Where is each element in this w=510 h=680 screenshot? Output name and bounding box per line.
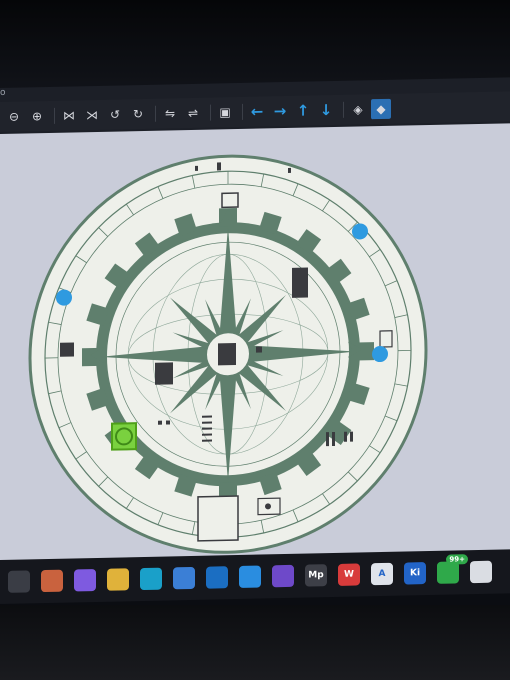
layer-button[interactable]: ▣ xyxy=(215,102,235,122)
zoom-fit-icon: ⊖ xyxy=(8,109,20,124)
menu-hint: o xyxy=(0,87,6,98)
flip-h-icon: ⇋ xyxy=(164,106,176,121)
mirror-y-button[interactable]: ⋊ xyxy=(82,105,102,125)
arrow-left-button[interactable]: ← xyxy=(247,101,267,121)
top-button-footprint[interactable] xyxy=(221,192,239,209)
flip-v-icon: ⇌ xyxy=(187,105,199,121)
toolbar-separator xyxy=(155,105,156,122)
rotate-cw-button[interactable]: ↻ xyxy=(128,104,148,124)
rotate-ccw-button[interactable]: ↺ xyxy=(105,104,125,124)
file-explorer-icon[interactable] xyxy=(107,568,129,591)
flip-h-button[interactable]: ⇋ xyxy=(160,103,180,123)
arrow-up-icon: ↑ xyxy=(296,101,310,120)
kicad-icon[interactable]: Ki xyxy=(404,562,426,585)
copilot-icon[interactable] xyxy=(74,568,96,592)
toolbar-separator xyxy=(54,107,55,124)
3d-box-button[interactable]: ◈ xyxy=(348,99,368,119)
zoom-in-button[interactable]: ⊕ xyxy=(27,106,47,126)
zoom-in-icon: ⊕ xyxy=(31,109,43,124)
rotate-cw-icon: ↻ xyxy=(132,107,144,122)
chip-upper-right[interactable] xyxy=(292,267,308,298)
left-button-footprint[interactable] xyxy=(60,342,74,357)
wps-icon[interactable]: W xyxy=(338,563,360,586)
taskbar: Mp W A Ki 99+ xyxy=(0,549,510,604)
layer-icon: ▣ xyxy=(219,105,231,120)
arrow-right-icon: → xyxy=(273,102,287,121)
rotate-ccw-icon: ↺ xyxy=(109,107,121,122)
arrow-left-icon: ← xyxy=(250,102,264,121)
arrow-right-button[interactable]: → xyxy=(270,101,290,121)
3d-box-icon: ◈ xyxy=(353,102,363,117)
photos-icon[interactable] xyxy=(41,569,63,593)
toolbar-separator xyxy=(210,104,211,121)
store-icon[interactable] xyxy=(173,566,195,590)
3d-view-active-icon: ◆ xyxy=(376,101,386,117)
mirror-x-button[interactable]: ⋈ xyxy=(59,105,79,125)
mp-app-icon[interactable]: Mp xyxy=(305,564,327,587)
desk-surface xyxy=(0,605,510,680)
pcb-board-view[interactable] xyxy=(0,123,510,574)
start-icon[interactable] xyxy=(8,570,30,593)
vscode-icon[interactable] xyxy=(239,565,261,588)
mirror-x-icon: ⋈ xyxy=(63,108,75,123)
flip-v-button[interactable]: ⇌ xyxy=(183,103,203,123)
right-connector[interactable] xyxy=(379,330,393,348)
arrow-down-icon: ↓ xyxy=(319,101,333,120)
github-icon[interactable] xyxy=(272,564,294,588)
app-window: o ⊖ ⊕ ⋈ ⋊ ↺ ↻ ⇋ ⇌ ▣ ← → ↑ ↓ ◈ ◆ xyxy=(0,77,510,594)
usb-c-connector[interactable] xyxy=(197,495,239,542)
center-chip[interactable] xyxy=(218,343,236,366)
window-app-icon[interactable] xyxy=(470,560,492,584)
mirror-y-icon: ⋊ xyxy=(86,107,98,123)
3d-view-active-button[interactable]: ◆ xyxy=(371,98,391,120)
toolbar-separator xyxy=(343,101,344,118)
arrow-down-button[interactable]: ↓ xyxy=(316,100,336,120)
outlook-icon[interactable] xyxy=(206,566,228,589)
edge-icon[interactable] xyxy=(140,567,162,591)
monitor-bezel xyxy=(0,0,510,90)
chip-left[interactable] xyxy=(155,362,173,385)
pcb-canvas[interactable] xyxy=(0,123,510,575)
toolbar-separator xyxy=(242,103,243,120)
arrow-up-button[interactable]: ↑ xyxy=(293,100,313,120)
wechat-icon[interactable]: 99+ xyxy=(437,554,468,584)
zoom-fit-button[interactable]: ⊖ xyxy=(4,106,24,126)
arc-app-icon[interactable]: A xyxy=(371,562,393,586)
notification-badge: 99+ xyxy=(446,554,468,565)
